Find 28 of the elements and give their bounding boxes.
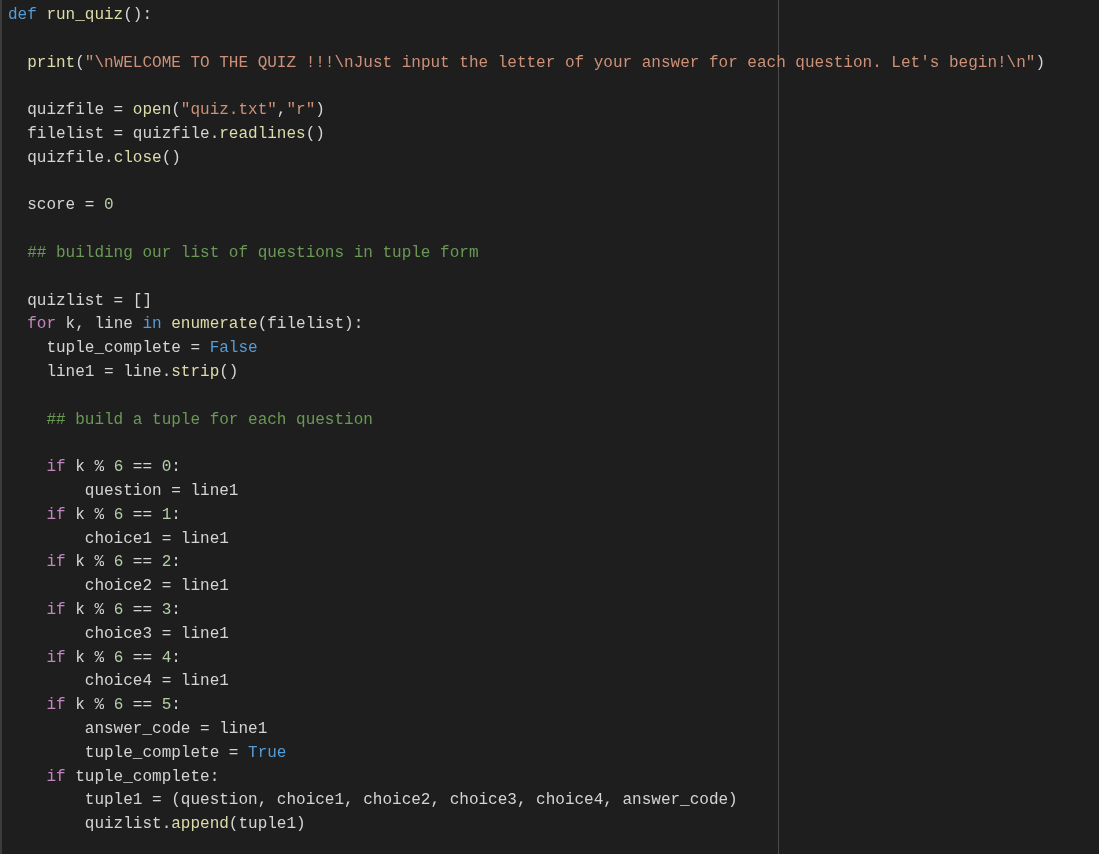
code-line: filelist = quizfile.readlines()	[26, 124, 326, 145]
code-line: choice1 = line1	[83, 528, 230, 550]
code-line: answer_code = line1	[83, 718, 269, 740]
code-line: ## building our list of questions in tuple form	[26, 242, 480, 264]
code-line: tuple_complete = False	[45, 338, 259, 360]
code-line: if k % 6 == 4:	[45, 647, 182, 669]
code-line: quizlist = []	[26, 290, 154, 312]
code-line: choice2 = line1	[83, 576, 230, 598]
code-line: print("\nWELCOME TO THE QUIZ !!!\nJust input the letter of your answer for each question. Let's begin!\n")	[26, 52, 1046, 74]
code-line: tuple1 = (question, choice1, choice2, choice3, choice4, answer_code)	[83, 790, 739, 812]
code-line: if k % 6 == 0:	[45, 457, 182, 479]
code-line: line1 = line.strip()	[45, 361, 240, 383]
code-line: for k, line in enumerate(filelist):	[26, 314, 365, 336]
code-line: quizfile = open("quiz.txt","r")	[26, 100, 326, 122]
code-line: choice3 = line1	[83, 623, 230, 645]
code-line: if tuple_complete:	[45, 766, 221, 788]
code-line: tuple_complete = True	[83, 742, 288, 764]
code-line: choice4 = line1	[83, 671, 230, 693]
code-line: question = line1	[83, 480, 240, 502]
code-line: if k % 6 == 3:	[45, 599, 182, 621]
code-line: if k % 6 == 5:	[45, 695, 182, 717]
code-line: score = 0	[26, 195, 115, 217]
code-line: def run_quiz():	[8, 5, 154, 26]
code-line: quizfile.close()	[26, 147, 182, 169]
code-line: ## build a tuple for each question	[45, 409, 374, 431]
code-line: if k % 6 == 1:	[45, 504, 182, 526]
code-line: quizlist.append(tuple1)	[83, 814, 307, 836]
code-line: if k % 6 == 2:	[45, 552, 182, 574]
